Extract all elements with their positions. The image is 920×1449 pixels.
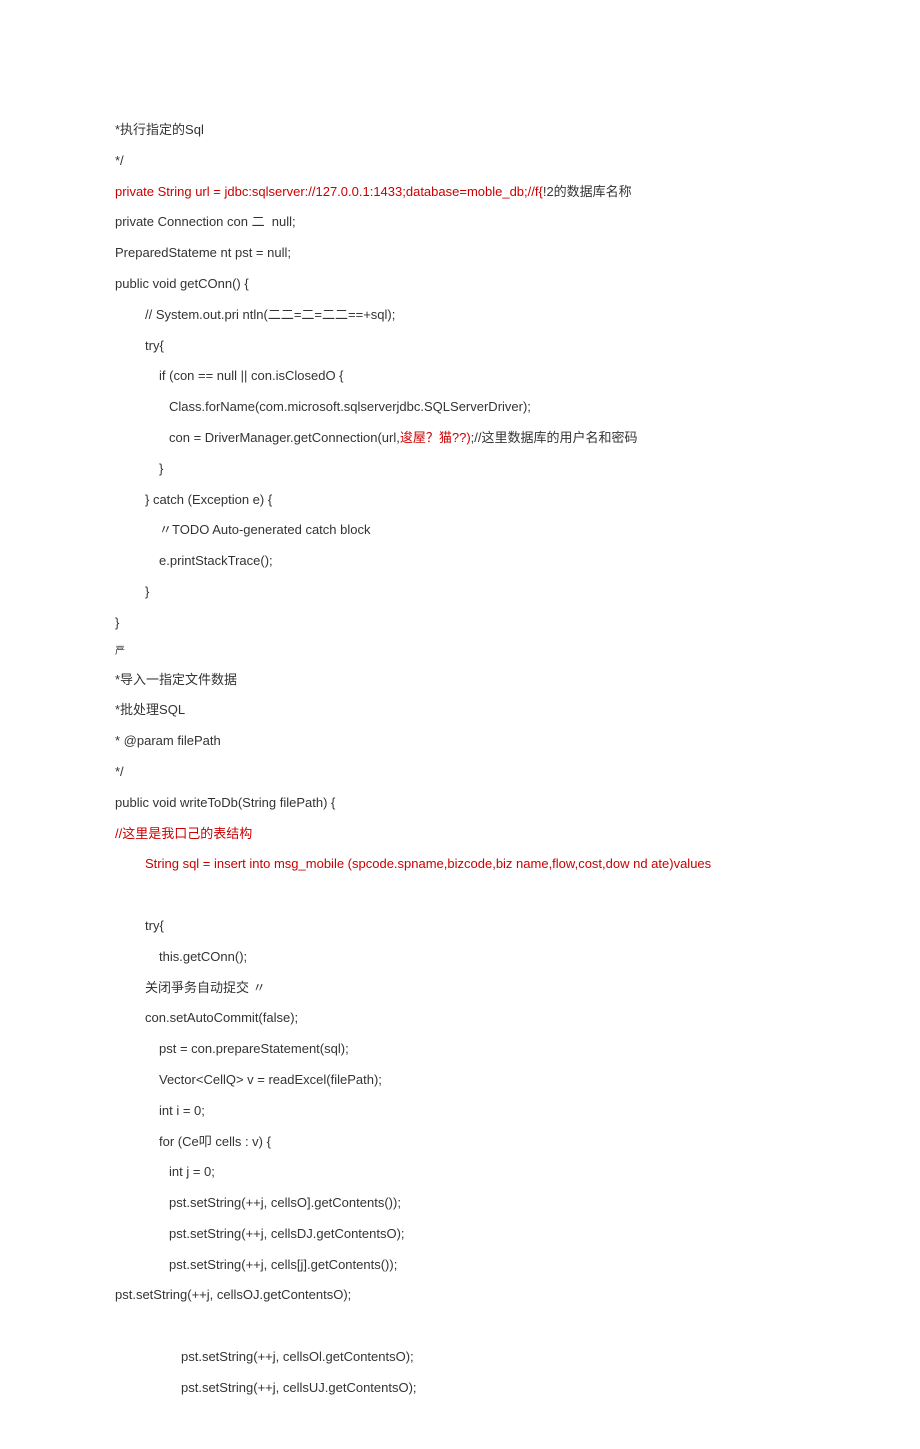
code-text: !2的数据库名称 xyxy=(543,184,632,199)
code-line: } xyxy=(115,613,805,634)
code-line: 〃TODO Auto-generated catch block xyxy=(115,520,805,541)
code-line: } xyxy=(115,582,805,603)
code-line: } catch (Exception e) { xyxy=(115,490,805,511)
code-line: public void writeToDb(String filePath) { xyxy=(115,793,805,814)
code-line: Class.forName(com.microsoft.sqlserverjdb… xyxy=(115,397,805,418)
code-text: private String url = jdbc:sqlserver://12… xyxy=(115,184,543,199)
code-line: int i = 0; xyxy=(115,1101,805,1122)
code-line: */ xyxy=(115,151,805,172)
code-line: *执行指定的Sql xyxy=(115,120,805,141)
code-line: try{ xyxy=(115,916,805,937)
code-line: //这里是我口己的表结构 xyxy=(115,824,805,845)
code-line xyxy=(115,1316,805,1337)
code-line: pst.setString(++j, cellsUJ.getContentsO)… xyxy=(115,1378,805,1399)
code-line xyxy=(115,885,805,906)
code-document: *执行指定的Sql */ private String url = jdbc:sql… xyxy=(0,0,920,1449)
code-line: e.printStackTrace(); xyxy=(115,551,805,572)
code-line: int j = 0; xyxy=(115,1162,805,1183)
code-line: if (con == null || con.isClosedO { xyxy=(115,366,805,387)
code-line: pst.setString(++j, cellsO].getContents()… xyxy=(115,1193,805,1214)
code-line: public void getCOnn() { xyxy=(115,274,805,295)
code-line: con.setAutoCommit(false); xyxy=(115,1008,805,1029)
code-line: try{ xyxy=(115,336,805,357)
code-line: pst.setString(++j, cellsDJ.getContentsO)… xyxy=(115,1224,805,1245)
code-line: */ xyxy=(115,762,805,783)
code-line: private String url = jdbc:sqlserver://12… xyxy=(115,182,805,203)
code-line: private Connection con 二 null; xyxy=(115,212,805,233)
code-line: con = DriverManager.getConnection(url,逡屋… xyxy=(115,428,805,449)
code-line: pst.setString(++j, cells[j].getContents(… xyxy=(115,1255,805,1276)
code-line: PreparedStateme nt pst = null; xyxy=(115,243,805,264)
code-text: ;//这里数据库的用户名和密码 xyxy=(471,430,638,445)
code-line: 关闭爭务自动捉交 〃 xyxy=(115,978,805,999)
code-line: for (Ce叩 cells : v) { xyxy=(115,1132,805,1153)
code-line: // System.out.pri ntln(二二=二=二二==+sql); xyxy=(115,305,805,326)
code-line: } xyxy=(115,459,805,480)
code-line: this.getCOnn(); xyxy=(115,947,805,968)
code-line: 严 xyxy=(115,644,805,660)
code-line: Vector<CellQ> v = readExcel(filePath); xyxy=(115,1070,805,1091)
code-line: *导入一指定文件数据 xyxy=(115,670,805,691)
code-line: * @param filePath xyxy=(115,731,805,752)
code-text: con = DriverManager.getConnection(url, xyxy=(169,430,400,445)
code-text: 逡屋？猫??) xyxy=(400,430,471,445)
code-line: pst.setString(++j, cellsOJ.getContentsO)… xyxy=(115,1285,805,1306)
code-line: *批处理SQL xyxy=(115,700,805,721)
code-line: pst.setString(++j, cellsOl.getContentsO)… xyxy=(115,1347,805,1368)
code-line: pst = con.prepareStatement(sql); xyxy=(115,1039,805,1060)
code-line: String sql = insert into msg_mobile (spc… xyxy=(115,854,805,875)
